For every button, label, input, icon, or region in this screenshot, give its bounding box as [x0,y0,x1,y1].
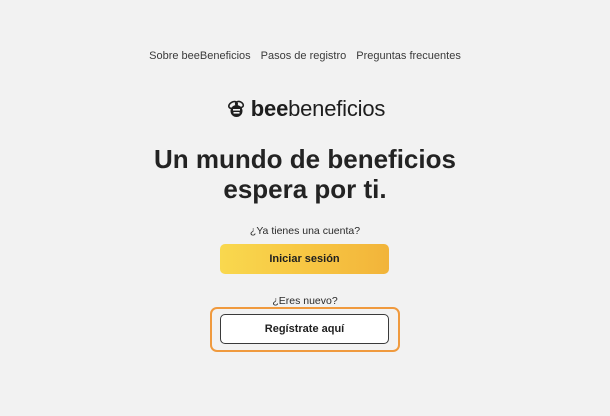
brand-logo: beebeneficios [0,96,610,122]
hero-headline-line2: espera por ti. [223,174,387,204]
logo-wordmark-bold: bee [250,96,289,121]
bee-icon [225,98,247,120]
login-button[interactable]: Iniciar sesión [220,244,389,274]
nav-link-preguntas-frecuentes[interactable]: Preguntas frecuentes [356,50,461,62]
logo-wordmark: beebeneficios [250,96,386,122]
nav-link-pasos-registro[interactable]: Pasos de registro [261,50,347,62]
login-question: ¿Ya tienes una cuenta? [249,225,361,237]
nav-link-sobre[interactable]: Sobre beeBeneficios [149,50,251,62]
hero-headline-line1: Un mundo de beneficios [154,144,456,174]
top-nav: Sobre beeBeneficios Pasos de registro Pr… [0,50,610,62]
register-button[interactable]: Regístrate aquí [220,314,389,344]
logo-wordmark-light: beneficios [288,96,386,121]
hero-headline: Un mundo de beneficios espera por ti. [0,144,610,204]
register-question: ¿Eres nuevo? [272,295,338,307]
